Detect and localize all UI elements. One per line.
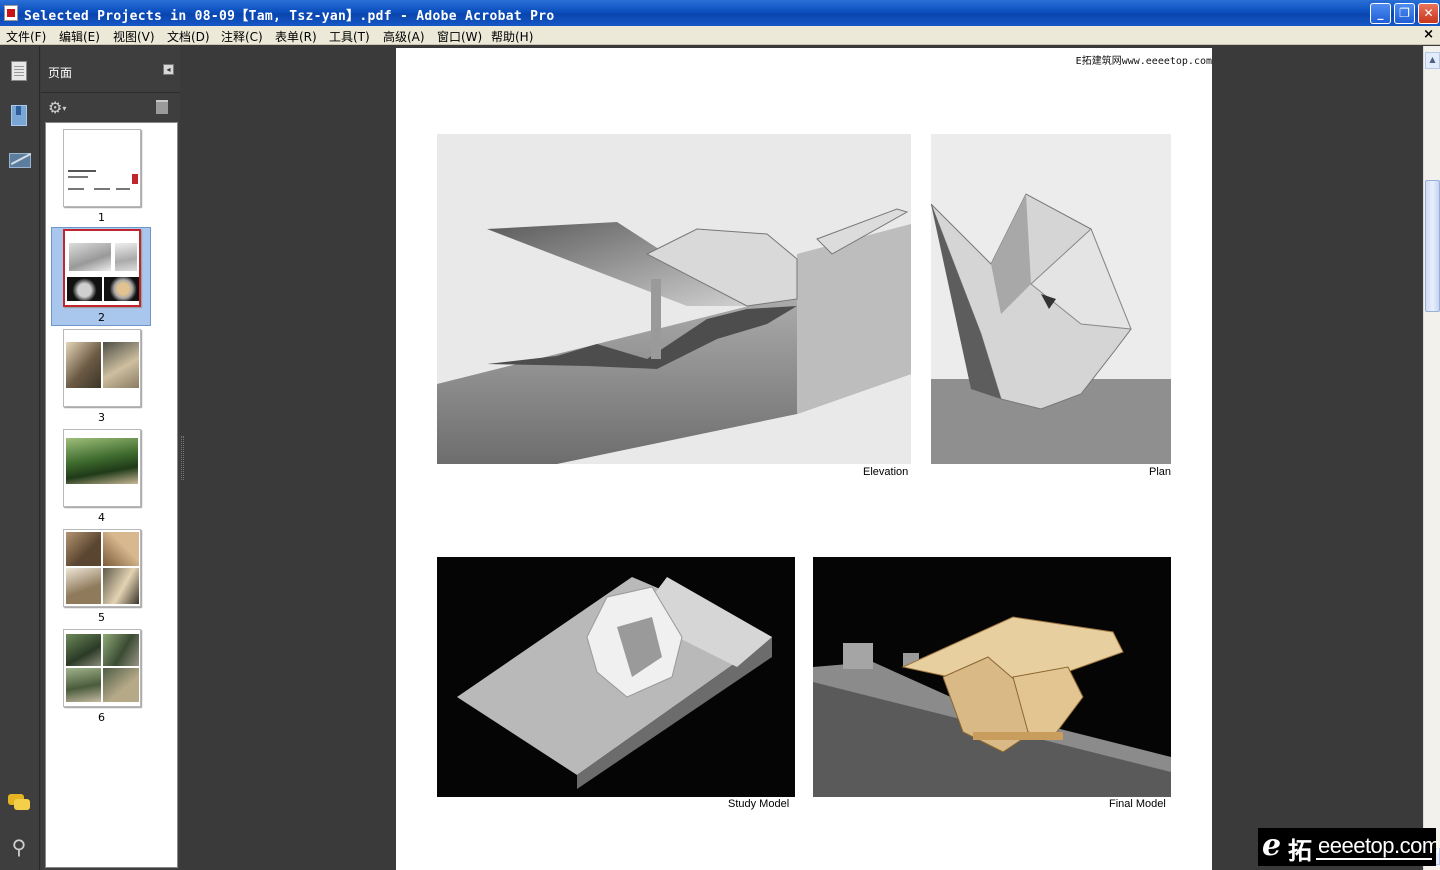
menu-forms[interactable]: 表单(R): [275, 28, 317, 45]
thumb-study-model-image: [67, 277, 102, 301]
title-bar: Selected Projects in 08-09【Tam, Tsz-yan】…: [0, 0, 1440, 26]
menu-bar: 文件(F) 编辑(E) 视图(V) 文档(D) 注释(C) 表单(R) 工具(T…: [0, 26, 1440, 45]
thumb-photo: [103, 568, 139, 604]
pages-icon[interactable]: [8, 60, 30, 82]
page-thumbnail-3[interactable]: [63, 329, 141, 407]
document-view[interactable]: E拓建筑网www.eeeetop.com Elevation Plan Stud…: [186, 46, 1423, 870]
final-model-caption: Final Model: [1109, 798, 1166, 810]
thumb-photo: [66, 438, 138, 484]
menu-comments[interactable]: 注释(C): [221, 28, 263, 45]
page-thumbnail-1[interactable]: [63, 129, 141, 207]
thumb-final-model-image: [104, 277, 139, 301]
thumb-text-line: [68, 170, 96, 172]
restore-button[interactable]: ❐: [1394, 3, 1415, 24]
elevation-caption: Elevation: [863, 466, 909, 478]
thumbnail-label-2: 2: [98, 311, 105, 324]
scrollbar-thumb[interactable]: [1425, 180, 1440, 312]
study-model-svg: [437, 557, 795, 797]
thumb-photo: [66, 342, 101, 388]
menu-view[interactable]: 视图(V): [113, 28, 155, 45]
thumb-photo: [66, 568, 101, 604]
study-model-photo: [437, 557, 795, 797]
thumbnail-label-3: 3: [98, 411, 105, 424]
menu-document[interactable]: 文档(D): [167, 28, 210, 45]
site-underline: [1316, 858, 1432, 860]
page-thumbnail-5[interactable]: [63, 529, 141, 607]
signatures-icon[interactable]: [8, 148, 31, 170]
page-sheet-icon: [11, 61, 27, 81]
elevation-sketch-svg: [437, 134, 911, 464]
plan-caption: Plan: [1149, 466, 1172, 478]
thumb-elevation-image: [69, 243, 111, 271]
menu-advanced[interactable]: 高级(A): [383, 28, 425, 45]
thumb-plan-image: [115, 243, 137, 271]
thumb-photo: [103, 532, 139, 566]
window-title: Selected Projects in 08-09【Tam, Tsz-yan】…: [24, 9, 555, 24]
pdf-page: E拓建筑网www.eeeetop.com Elevation Plan Stud…: [396, 48, 1212, 870]
close-document-button[interactable]: ×: [1423, 27, 1434, 42]
plan-sketch-svg: [931, 134, 1171, 464]
collapse-panel-button[interactable]: ◂: [163, 64, 174, 75]
thumb-photo: [103, 634, 139, 666]
pages-panel: 页面 ◂ ⚙▾ 1 2 3 4 5 6: [41, 46, 180, 870]
thumb-photo: [103, 668, 139, 702]
attachment-icon[interactable]: ⚲: [8, 836, 30, 858]
thumb-photo: [103, 342, 139, 388]
thumb-photo: [66, 634, 101, 666]
final-model-svg: [813, 557, 1171, 797]
page-watermark: E拓建筑网www.eeeetop.com: [1075, 56, 1212, 67]
plan-drawing: [931, 134, 1171, 464]
page-thumbnail-6[interactable]: [63, 629, 141, 707]
menu-help[interactable]: 帮助(H): [491, 28, 533, 45]
navigation-pane-strip: ⚲: [0, 46, 40, 870]
scroll-up-button[interactable]: ▲: [1425, 52, 1440, 69]
splitter-grip[interactable]: [181, 436, 184, 480]
page-thumbnails-list: 1 2 3 4 5 6: [45, 122, 178, 868]
page-thumbnail-2[interactable]: [63, 229, 141, 307]
pages-panel-header: 页面 ◂: [41, 46, 180, 93]
pages-panel-toolbar: ⚙▾: [41, 94, 180, 120]
pages-panel-title: 页面: [48, 66, 73, 80]
menu-edit[interactable]: 编辑(E): [59, 28, 100, 45]
thumb-photo: [66, 668, 101, 702]
page-thumbnail-4[interactable]: [63, 429, 141, 507]
thumbnail-label-6: 6: [98, 711, 105, 724]
menu-file[interactable]: 文件(F): [6, 28, 46, 45]
delete-page-trash-icon[interactable]: [156, 100, 168, 114]
thumb-red-mark: [132, 174, 138, 184]
thumb-photo: [66, 532, 101, 566]
site-domain: eeeetop.com: [1318, 833, 1440, 858]
thumbnail-label-4: 4: [98, 511, 105, 524]
site-logo-cn: 拓: [1288, 837, 1312, 865]
thumb-text-line: [116, 188, 130, 190]
thumbnail-label-1: 1: [98, 211, 105, 224]
thumbnail-label-5: 5: [98, 611, 105, 624]
study-model-caption: Study Model: [728, 798, 790, 810]
final-model-photo: [813, 557, 1171, 797]
site-watermark-badge: e 拓 eeeetop.com: [1258, 828, 1440, 866]
menu-tools[interactable]: 工具(T): [329, 28, 370, 45]
chevron-down-icon: ▾: [62, 104, 67, 113]
options-gear-icon[interactable]: ⚙▾: [48, 98, 66, 117]
close-window-button[interactable]: ✕: [1418, 3, 1439, 24]
gear-icon: ⚙: [48, 98, 63, 117]
thumb-text-line: [68, 188, 84, 190]
minimize-button[interactable]: _: [1370, 3, 1391, 24]
acrobat-app-icon[interactable]: [4, 5, 18, 21]
menu-window[interactable]: 窗口(W): [437, 28, 482, 45]
site-logo-e: e: [1262, 828, 1282, 863]
comments-icon[interactable]: [8, 792, 30, 814]
elevation-drawing: [437, 134, 911, 464]
vertical-scrollbar[interactable]: ▲ ▼: [1423, 46, 1440, 870]
thumb-text-line: [94, 188, 110, 190]
thumb-text-line: [68, 176, 88, 178]
bookmarks-icon[interactable]: [8, 104, 30, 126]
